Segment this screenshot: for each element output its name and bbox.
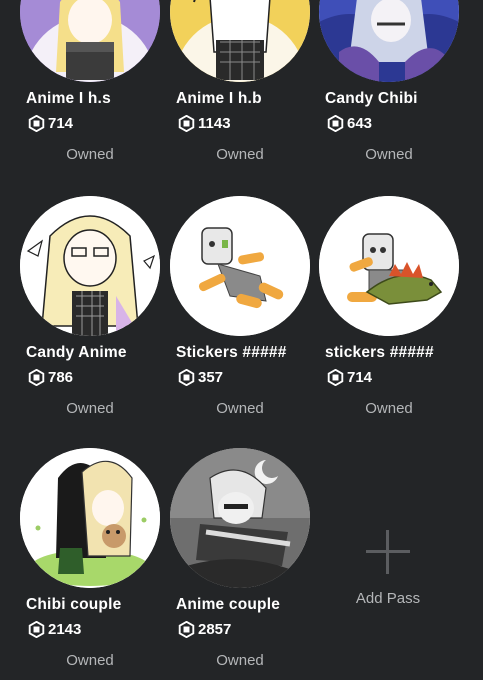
pass-price-value: 714 (48, 114, 74, 132)
pass-thumbnail[interactable] (20, 196, 160, 336)
owned-label: Owned (66, 652, 114, 669)
pass-price: 643 (327, 113, 372, 133)
pass-thumbnail[interactable] (170, 196, 310, 336)
robux-icon (327, 368, 344, 386)
pass-thumbnail[interactable] (319, 196, 459, 336)
pass-price-value: 1143 (198, 114, 231, 132)
pass-price: 2857 (178, 619, 231, 639)
pass-thumbnail[interactable] (20, 0, 160, 82)
pass-price: 1143 (178, 113, 231, 133)
pass-thumbnail[interactable] (319, 0, 459, 82)
pass-price-value: 786 (48, 368, 74, 386)
plus-icon[interactable] (366, 530, 410, 574)
owned-label: Owned (365, 400, 413, 417)
owned-label: Owned (66, 146, 114, 163)
pass-name: Candy Anime (26, 344, 127, 361)
add-pass-label: Add Pass (355, 590, 421, 607)
robux-icon (178, 368, 195, 386)
robux-icon (28, 368, 45, 386)
pass-thumbnail[interactable] (20, 448, 160, 588)
pass-price-value: 357 (198, 368, 224, 386)
robux-icon (28, 114, 45, 132)
pass-price-value: 2143 (48, 620, 82, 638)
pass-price: 2143 (28, 619, 81, 639)
pass-name: Anime I h.b (176, 90, 262, 107)
pass-name: Anime I h.s (26, 90, 111, 107)
pass-name: Stickers ##### (176, 344, 287, 361)
add-pass-button[interactable]: Add Pass (320, 450, 460, 620)
robux-icon (28, 620, 45, 638)
pass-price-value: 2857 (198, 620, 232, 638)
pass-price: 357 (178, 367, 223, 387)
game-passes-grid: Anime I h.s 714 Owned Anime I h.b 1143 O… (0, 0, 483, 680)
pass-name: stickers ##### (325, 344, 434, 361)
owned-label: Owned (216, 652, 264, 669)
robux-icon (178, 114, 195, 132)
robux-icon (178, 620, 195, 638)
pass-thumbnail[interactable] (170, 448, 310, 588)
owned-label: Owned (365, 146, 413, 163)
owned-label: Owned (216, 146, 264, 163)
pass-price: 714 (327, 367, 372, 387)
pass-name: Candy Chibi (325, 90, 418, 107)
pass-price-value: 714 (347, 368, 373, 386)
owned-label: Owned (216, 400, 264, 417)
owned-label: Owned (66, 400, 114, 417)
pass-name: Chibi couple (26, 596, 122, 613)
pass-thumbnail[interactable] (170, 0, 310, 82)
pass-name: Anime couple (176, 596, 281, 613)
pass-price: 786 (28, 367, 73, 387)
robux-icon (327, 114, 344, 132)
pass-price-value: 643 (347, 114, 373, 132)
pass-price: 714 (28, 113, 73, 133)
